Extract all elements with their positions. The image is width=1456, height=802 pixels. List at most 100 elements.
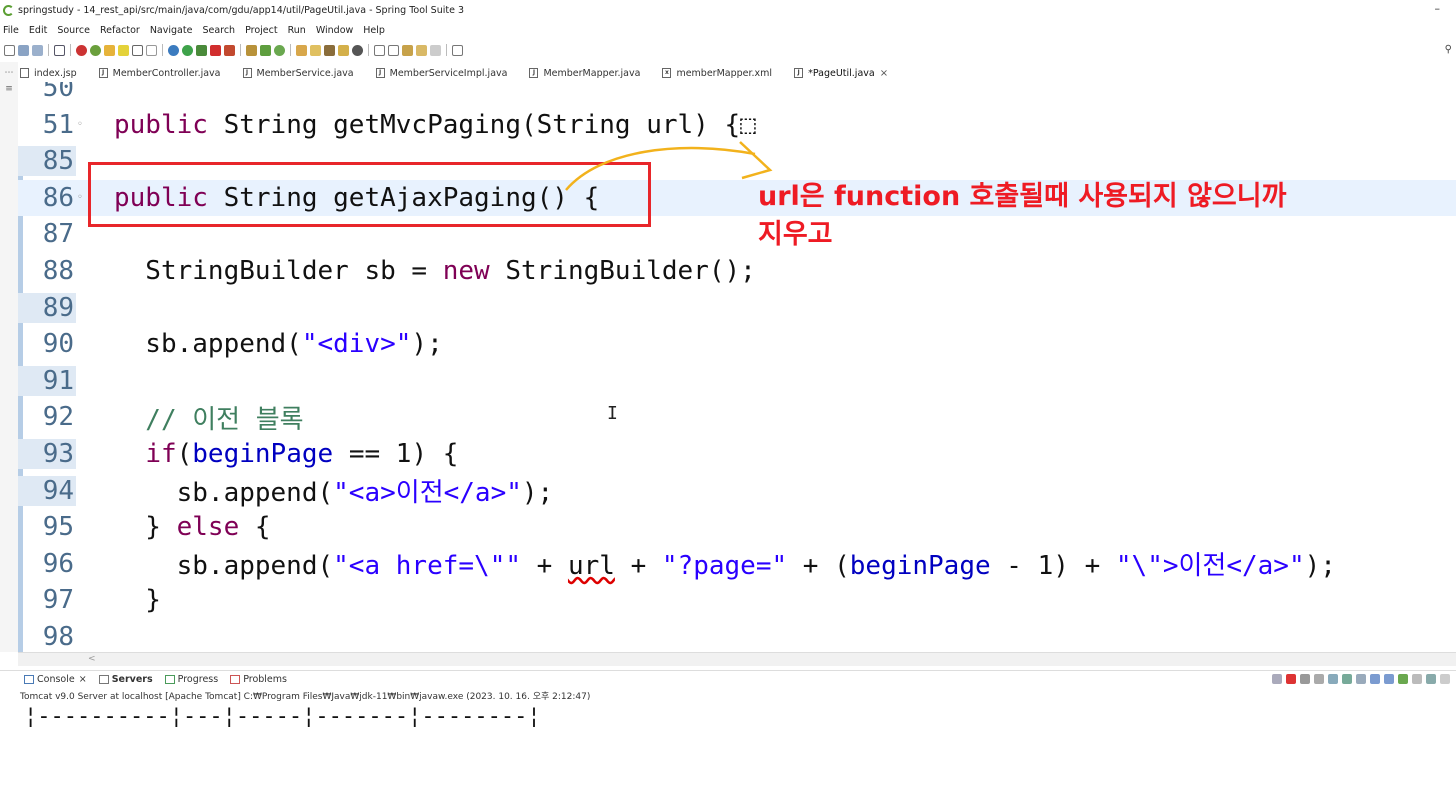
open-task-icon[interactable] (310, 44, 321, 56)
word-wrap-icon[interactable] (1356, 674, 1366, 684)
external-tools-icon[interactable] (224, 44, 235, 56)
show-on-error-icon[interactable] (1384, 674, 1394, 684)
tab-index-jsp[interactable]: index.jsp (20, 68, 77, 79)
clear-console-icon[interactable] (1328, 674, 1338, 684)
menu-help[interactable]: Help (363, 25, 385, 36)
fold-marker-icon[interactable]: ◦ (76, 119, 84, 130)
web-browser-icon[interactable] (352, 44, 363, 56)
minimize-view-icon[interactable] (1440, 674, 1450, 684)
code-line[interactable]: 88 StringBuilder sb = new StringBuilder(… (18, 253, 1456, 289)
menu-refactor[interactable]: Refactor (100, 25, 140, 36)
code-token: sb.append( (114, 478, 334, 509)
console-tabs: Console × Servers Progress Problems (0, 670, 1456, 688)
restore-view-icon[interactable]: ⋯ (0, 68, 18, 78)
minimize-button[interactable]: – (1435, 2, 1441, 15)
remove-all-icon[interactable] (1314, 674, 1324, 684)
scroll-lock-icon[interactable] (1342, 674, 1352, 684)
tab-memberservice-java[interactable]: J MemberService.java (242, 68, 354, 79)
fold-marker-icon[interactable]: ◦ (76, 192, 84, 203)
last-edit-icon[interactable] (402, 44, 413, 56)
code-line[interactable]: 93 if(beginPage == 1) { (18, 436, 1456, 472)
code-line[interactable]: 90 sb.append("<div>"); (18, 326, 1456, 362)
skip-breakpoints-icon[interactable] (76, 44, 87, 56)
new-icon[interactable] (4, 44, 15, 56)
refresh-icon[interactable] (90, 44, 101, 56)
line-number: 95 (42, 512, 74, 543)
menu-window[interactable]: Window (316, 25, 353, 36)
terminal-icon[interactable] (54, 44, 65, 56)
pin-editor-icon[interactable] (452, 44, 463, 56)
new-console-icon[interactable] (1426, 674, 1436, 684)
code-token: "<a href=\"" (333, 551, 521, 582)
code-token: + (521, 551, 568, 582)
code-line[interactable]: 97 } (18, 582, 1456, 618)
menu-run[interactable]: Run (288, 25, 306, 36)
pin-console-icon[interactable] (1272, 674, 1282, 684)
menu-source[interactable]: Source (57, 25, 90, 36)
tab-pageutil-java[interactable]: J *PageUtil.java × (794, 68, 888, 79)
console-output[interactable]: ¦----------¦---¦-----¦-------¦--------¦ (24, 704, 541, 729)
quick-access-search-icon[interactable]: ⚲ (1445, 44, 1452, 55)
menu-project[interactable]: Project (245, 25, 278, 36)
toolbar-separator (48, 44, 49, 56)
code-token: String getMvcPaging(String url) { (223, 109, 741, 140)
previous-annotation-icon[interactable] (388, 44, 399, 56)
stop-icon[interactable] (210, 44, 221, 56)
close-icon[interactable]: × (79, 674, 87, 685)
tab-label: MemberServiceImpl.java (389, 67, 508, 79)
code-line[interactable]: 92 // 이전 블록 (18, 399, 1456, 435)
tab-membermapper-xml[interactable]: x memberMapper.xml (662, 68, 772, 79)
code-line[interactable]: 95 } else { (18, 509, 1456, 545)
line-number: 94 (18, 475, 76, 506)
pen-icon[interactable] (324, 44, 335, 56)
code-line[interactable]: 94 sb.append("<a>이전</a>"); (18, 473, 1456, 509)
coverage-icon[interactable] (196, 44, 207, 56)
java-file-icon: J (375, 68, 385, 78)
search-file-icon[interactable] (338, 44, 349, 56)
tab-membermapper-java[interactable]: J MemberMapper.java (529, 68, 640, 79)
code-token: ( (176, 439, 193, 469)
code-line[interactable]: 91 (18, 363, 1456, 399)
menu-search[interactable]: Search (202, 25, 235, 36)
code-line[interactable]: 50 (18, 82, 1456, 106)
code-line[interactable]: 89 (18, 290, 1456, 326)
run-icon[interactable] (182, 44, 193, 56)
show-whitespace-icon[interactable] (146, 44, 157, 56)
terminate-icon[interactable] (1286, 674, 1296, 684)
toggle-mark-icon[interactable] (104, 44, 115, 56)
open-console-icon[interactable] (1398, 674, 1408, 684)
spring-icon[interactable] (274, 44, 285, 56)
annotation-arrow-head (739, 141, 773, 180)
block-select-icon[interactable] (132, 44, 143, 56)
scroll-left-icon[interactable]: < (88, 654, 96, 664)
code-line[interactable]: 96 sb.append("<a href=\"" + url + "?page… (18, 546, 1456, 582)
code-line[interactable]: 98 (18, 619, 1456, 652)
debug-icon[interactable] (168, 44, 179, 56)
tab-progress[interactable]: Progress (164, 674, 218, 685)
highlight-icon[interactable] (118, 44, 129, 56)
console-process-label: Tomcat v9.0 Server at localhost [Apache … (20, 692, 591, 702)
tab-problems[interactable]: Problems (230, 674, 287, 685)
tab-memberserviceimpl-java[interactable]: J MemberServiceImpl.java (375, 67, 508, 79)
tab-membercontroller-java[interactable]: J MemberController.java (98, 68, 221, 79)
menu-file[interactable]: File (3, 25, 19, 36)
menu-navigate[interactable]: Navigate (150, 25, 193, 36)
forward-icon[interactable] (430, 44, 441, 56)
menu-edit[interactable]: Edit (29, 25, 47, 36)
back-icon[interactable] (416, 44, 427, 56)
remove-launch-icon[interactable] (1300, 674, 1310, 684)
tab-console[interactable]: Console × (24, 674, 87, 685)
code-line[interactable]: 51 ◦ public String getMvcPaging(String url… (18, 107, 1456, 143)
display-console-icon[interactable] (1412, 674, 1422, 684)
close-tab-icon[interactable]: × (880, 68, 888, 79)
new-server-icon[interactable] (246, 44, 257, 56)
open-type-icon[interactable] (296, 44, 307, 56)
tab-servers[interactable]: Servers (98, 674, 153, 685)
save-all-icon[interactable] (32, 44, 43, 56)
next-annotation-icon[interactable] (374, 44, 385, 56)
save-icon[interactable] (18, 44, 29, 56)
show-on-output-icon[interactable] (1370, 674, 1380, 684)
boot-dashboard-icon[interactable] (260, 44, 271, 56)
editor-horizontal-scrollbar[interactable]: < (18, 652, 1456, 666)
outline-view-icon[interactable]: ≡ (0, 84, 18, 94)
